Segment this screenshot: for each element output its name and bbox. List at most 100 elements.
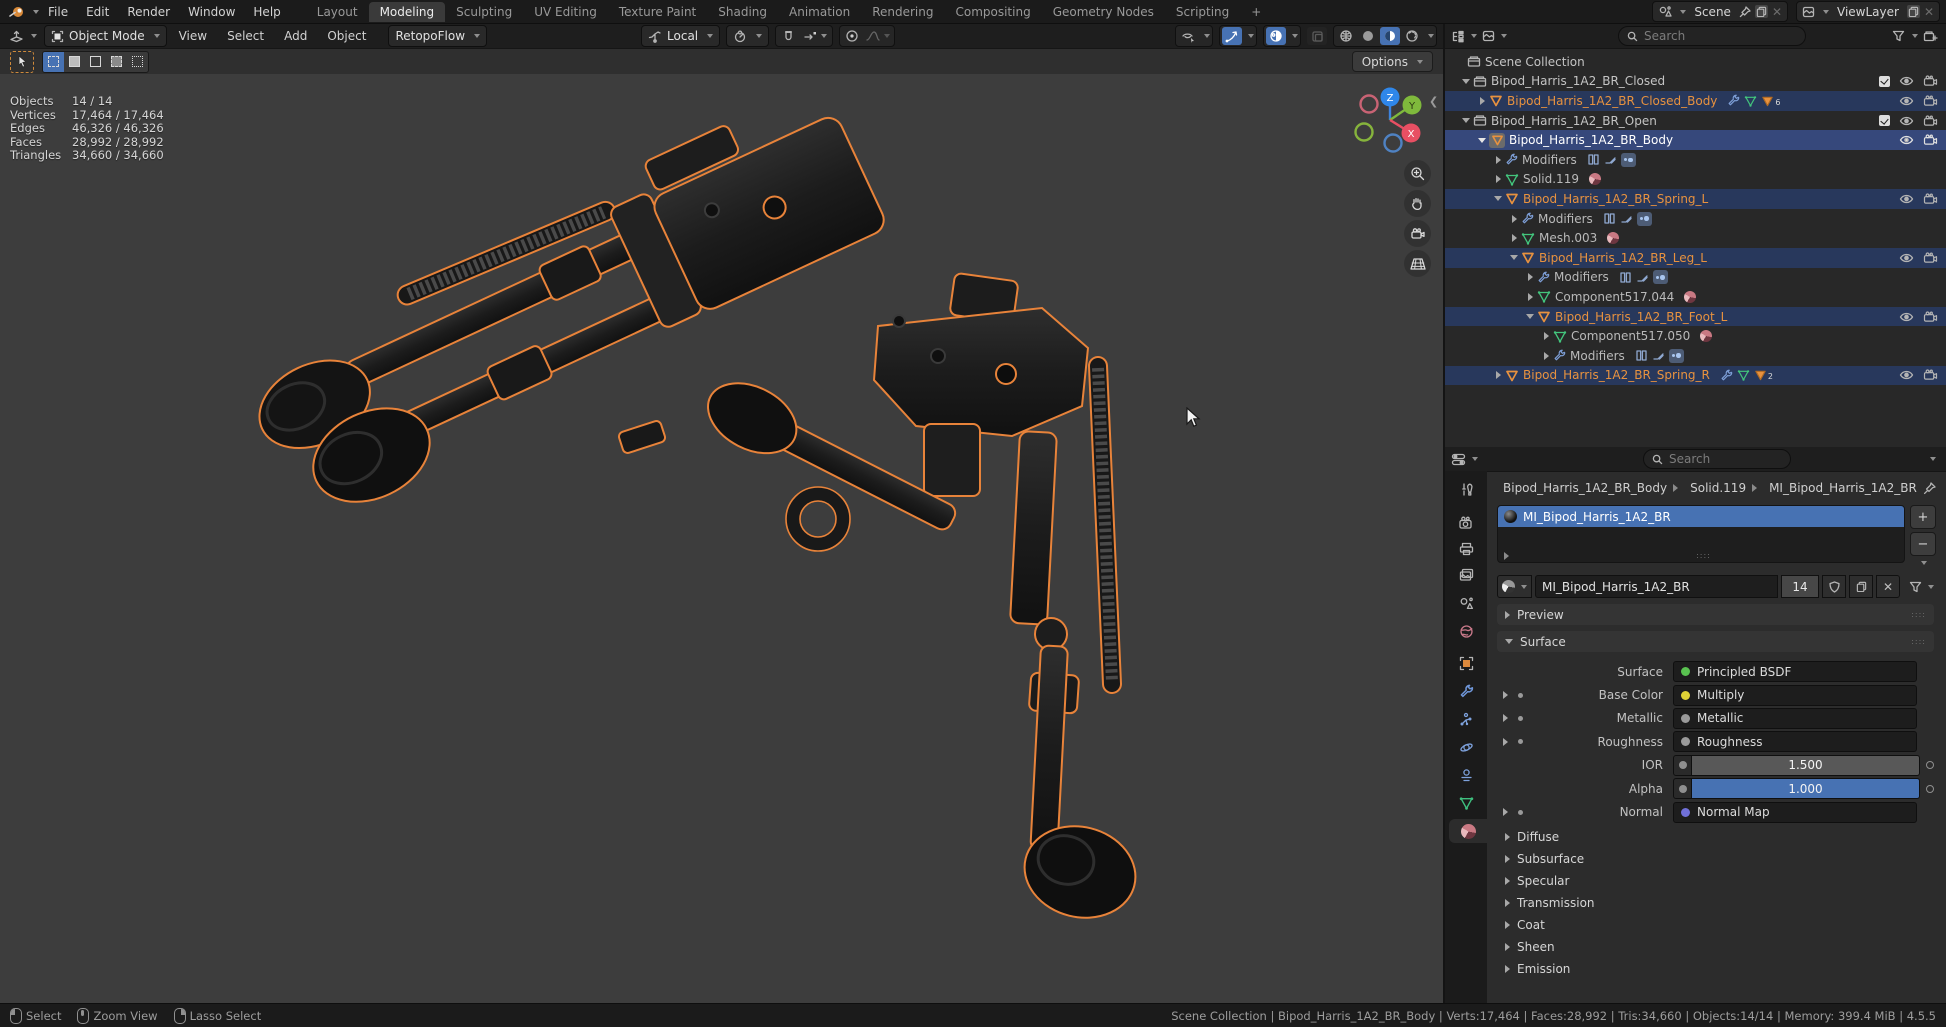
hide-viewport-eye-icon[interactable]: [1899, 115, 1914, 127]
tab-world[interactable]: [1445, 619, 1487, 643]
tab-particles[interactable]: [1445, 707, 1487, 731]
properties-search-input[interactable]: Search: [1643, 449, 1791, 469]
tab-object[interactable]: [1445, 651, 1487, 675]
disable-render-camera-icon[interactable]: [1923, 193, 1938, 205]
hide-viewport-eye-icon[interactable]: [1899, 311, 1914, 323]
display-mode-button[interactable]: [1482, 30, 1507, 42]
panel-grip[interactable]: ::::: [1911, 610, 1926, 619]
pivot-point-selector[interactable]: [726, 25, 769, 47]
expand-icon[interactable]: [1523, 314, 1537, 319]
retopoflow-menu[interactable]: RetopoFlow: [388, 25, 487, 47]
select-mode-extend[interactable]: [64, 52, 85, 72]
expand-icon[interactable]: [1523, 293, 1537, 301]
expand-icon[interactable]: [1475, 97, 1489, 105]
scene-icon[interactable]: [1658, 5, 1672, 18]
normal-input[interactable]: Normal Map: [1673, 802, 1917, 823]
hide-viewport-eye-icon[interactable]: [1899, 369, 1914, 381]
tab-modifiers[interactable]: [1445, 679, 1487, 703]
expand-icon[interactable]: [1491, 196, 1505, 201]
overlays-toggle-icon[interactable]: [1266, 27, 1286, 45]
hide-viewport-eye-icon[interactable]: [1899, 193, 1914, 205]
tab-rendering[interactable]: Rendering: [861, 2, 944, 22]
gizmos-chevron-icon[interactable]: [1248, 34, 1254, 38]
disable-render-camera-icon[interactable]: [1923, 95, 1938, 107]
material-filter-button[interactable]: [1909, 581, 1934, 593]
menu-object[interactable]: Object: [319, 27, 374, 45]
tab-material[interactable]: [1449, 819, 1487, 843]
panel-transmission[interactable]: Transmission: [1497, 893, 1934, 914]
expand-icon[interactable]: [1523, 273, 1537, 281]
tab-modeling[interactable]: Modeling: [369, 2, 446, 22]
tab-scripting[interactable]: Scripting: [1165, 2, 1240, 22]
scene-name[interactable]: Scene: [1690, 5, 1735, 19]
outliner-row-scene-collection[interactable]: Scene Collection: [1445, 52, 1946, 72]
outliner-row-foot-l[interactable]: Bipod_Harris_1A2_BR_Foot_L: [1445, 307, 1946, 327]
metallic-input[interactable]: Metallic: [1673, 708, 1917, 729]
outliner-row-modifiers[interactable]: Modifiers: [1445, 209, 1946, 229]
outliner-row-modifiers[interactable]: Modifiers: [1445, 150, 1946, 170]
new-collection-button[interactable]: [1923, 30, 1938, 43]
panel-grip[interactable]: ::::: [1911, 637, 1926, 646]
list-expand-icon[interactable]: [1504, 552, 1509, 560]
collection-checkbox[interactable]: [1879, 76, 1890, 87]
outliner-row-component-044[interactable]: Component517.044: [1445, 287, 1946, 307]
remove-viewlayer-icon[interactable]: ✕: [1924, 5, 1934, 19]
outliner-row-collection-closed[interactable]: Bipod_Harris_1A2_BR_Closed: [1445, 72, 1946, 92]
expand-icon[interactable]: [1459, 79, 1473, 84]
roughness-input[interactable]: Roughness: [1673, 731, 1917, 752]
outliner-row-solid-119[interactable]: Solid.119: [1445, 170, 1946, 190]
visibility-chevron-icon[interactable]: [1204, 34, 1210, 38]
add-slot-button[interactable]: +: [1910, 505, 1936, 529]
animate-dot-icon[interactable]: [1518, 693, 1523, 698]
decorator-dot-icon[interactable]: [1926, 785, 1934, 793]
outliner-row-collection-open[interactable]: Bipod_Harris_1A2_BR_Open: [1445, 111, 1946, 131]
snap-settings-button[interactable]: [800, 27, 830, 45]
navigation-gizmo[interactable]: Z Y X: [1348, 76, 1436, 163]
breadcrumb-object[interactable]: Bipod_Harris_1A2_BR_Body: [1503, 481, 1667, 495]
material-slot-list[interactable]: MI_Bipod_Harris_1A2_BR ::::: [1497, 505, 1905, 563]
disable-render-camera-icon[interactable]: [1923, 134, 1938, 146]
hide-viewport-eye-icon[interactable]: [1899, 75, 1914, 87]
expand-icon[interactable]: [1507, 234, 1521, 242]
expand-icon[interactable]: [1503, 808, 1508, 816]
scene-browse-chevron-icon[interactable]: [1680, 10, 1686, 14]
tab-render[interactable]: [1445, 511, 1487, 535]
shading-wireframe-icon[interactable]: [1336, 27, 1356, 45]
tab-layout[interactable]: Layout: [306, 2, 369, 22]
select-mode-intersect[interactable]: [127, 52, 148, 72]
expand-icon[interactable]: [1475, 138, 1489, 143]
outliner-row-component-050[interactable]: Component517.050: [1445, 326, 1946, 346]
zoom-view-button[interactable]: [1404, 160, 1431, 187]
ior-slider[interactable]: 1.500: [1692, 755, 1920, 776]
camera-view-button[interactable]: [1404, 220, 1431, 247]
expand-icon[interactable]: [1503, 714, 1508, 722]
material-users-count[interactable]: 14: [1781, 575, 1819, 598]
shading-material-preview-icon[interactable]: [1380, 27, 1400, 45]
expand-icon[interactable]: [1491, 371, 1505, 379]
panel-sheen[interactable]: Sheen: [1497, 937, 1934, 958]
pin-id-icon[interactable]: [1923, 482, 1936, 495]
disable-render-camera-icon[interactable]: [1923, 311, 1938, 323]
shading-solid-icon[interactable]: [1358, 27, 1378, 45]
pan-view-button[interactable]: [1404, 190, 1431, 217]
menu-render[interactable]: Render: [118, 3, 179, 21]
shading-rendered-icon[interactable]: [1402, 27, 1422, 45]
tab-animation[interactable]: Animation: [778, 2, 861, 22]
properties-editor-type-button[interactable]: [1451, 453, 1478, 466]
menu-edit[interactable]: Edit: [77, 3, 118, 21]
base-color-input[interactable]: Multiply: [1673, 685, 1917, 706]
panel-coat[interactable]: Coat: [1497, 915, 1934, 936]
perspective-toggle-button[interactable]: [1404, 250, 1431, 277]
expand-icon[interactable]: [1459, 118, 1473, 123]
tab-physics[interactable]: [1445, 735, 1487, 759]
visibility-toggle-icon[interactable]: [1178, 27, 1198, 45]
tab-scene[interactable]: [1445, 591, 1487, 615]
animate-dot-icon[interactable]: [1518, 810, 1523, 815]
panel-preview[interactable]: Preview ::::: [1497, 604, 1934, 625]
breadcrumb-mesh[interactable]: Solid.119: [1690, 481, 1746, 495]
unlink-material-icon[interactable]: ✕: [1876, 575, 1900, 598]
remove-slot-button[interactable]: −: [1910, 532, 1936, 556]
menu-add[interactable]: Add: [276, 27, 315, 45]
tab-compositing[interactable]: Compositing: [944, 2, 1041, 22]
select-mode-subtract[interactable]: [85, 52, 106, 72]
